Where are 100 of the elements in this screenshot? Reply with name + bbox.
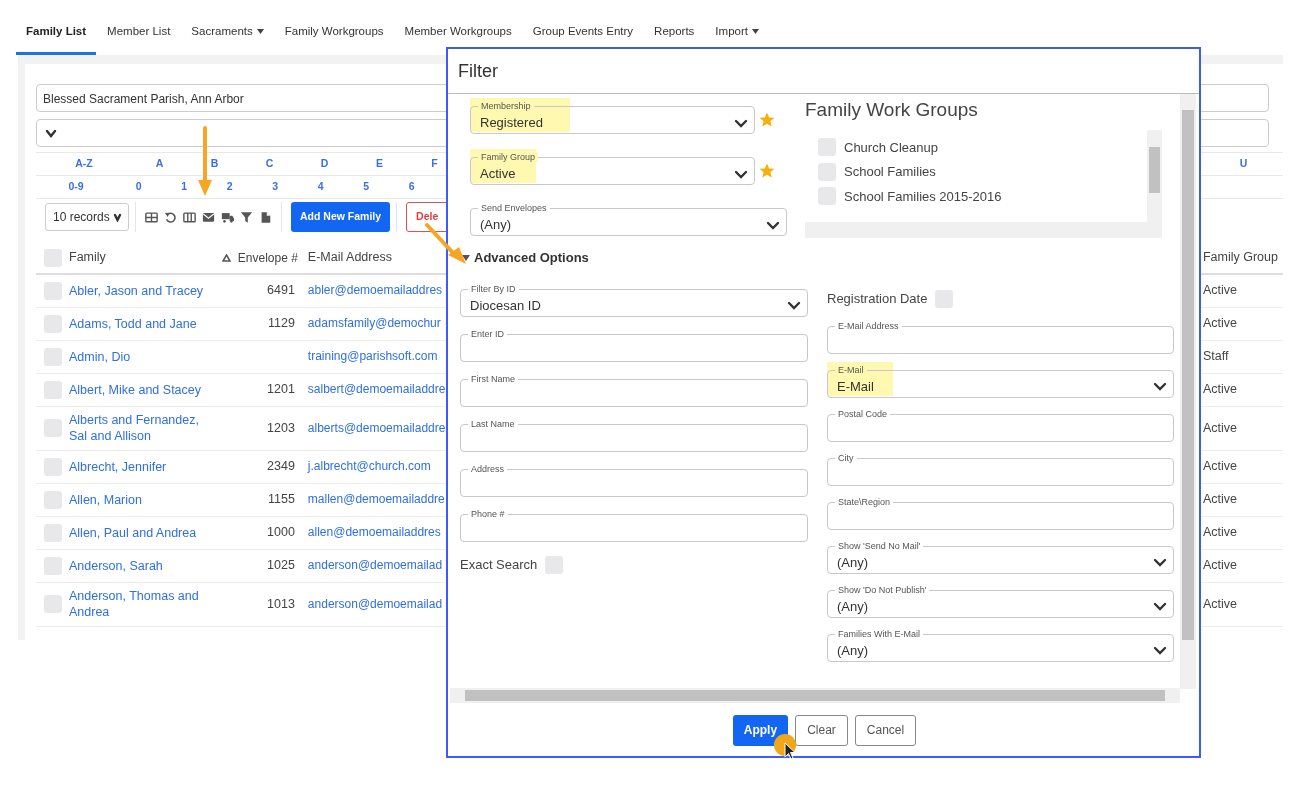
mail-icon[interactable] [202, 211, 215, 223]
index-link[interactable]: U [1239, 156, 1248, 172]
email-link[interactable]: allen@demoemailaddres [307, 525, 441, 540]
family-link[interactable]: Allen, Marion [69, 491, 219, 508]
family-link[interactable]: Abler, Jason and Tracey [69, 282, 219, 299]
nav-tab[interactable]: Group Events Entry [522, 22, 644, 55]
index-link[interactable]: 6 [408, 179, 415, 195]
column-header[interactable]: E-Mail Address [307, 248, 392, 267]
grid-icon[interactable] [145, 211, 158, 223]
family-link[interactable]: Adams, Todd and Jane [69, 315, 219, 332]
columns-icon[interactable] [183, 211, 196, 223]
table-cell: Staff [1202, 349, 1229, 364]
table-cell: Active [1202, 459, 1237, 474]
table-cell: Active [1202, 420, 1237, 435]
index-link[interactable]: F [431, 156, 438, 172]
chevron-down-icon [1153, 602, 1167, 611]
field-label: Membership [478, 101, 534, 111]
column-header[interactable]: Envelope # [237, 248, 298, 267]
table-cell: 1129 [267, 316, 295, 331]
annotation-arrow [424, 222, 468, 266]
table-cell: Active [1202, 382, 1237, 397]
nav-tab[interactable]: Family Workgroups [274, 22, 394, 55]
table-cell: 6491 [267, 283, 295, 298]
email-link[interactable]: j.albrecht@church.com [307, 459, 431, 474]
chevron-down-icon [734, 118, 748, 128]
index-link[interactable]: 5 [363, 179, 370, 195]
index-link[interactable]: 0-9 [68, 179, 84, 195]
checkbox-label: Church Cleanup [844, 138, 938, 157]
field-label: Show 'Send No Mail' [835, 540, 924, 551]
index-link[interactable]: B [210, 156, 219, 172]
add-button[interactable]: Add New Family [291, 202, 391, 232]
family-link[interactable]: Anderson, Thomas and Andrea [69, 588, 219, 620]
dialog-button[interactable]: Cancel [854, 714, 917, 746]
table-cell: 1000 [267, 525, 295, 540]
field-label: Phone # [468, 508, 508, 519]
scrollbar[interactable] [450, 688, 1180, 703]
column-header[interactable]: Family [69, 248, 106, 267]
chevron-down-icon [1153, 382, 1167, 391]
table-cell: Active [1202, 316, 1237, 331]
chevron-down-icon [1153, 646, 1167, 655]
nav-tab[interactable]: Sacraments [181, 22, 274, 55]
family-link[interactable]: Anderson, Sarah [69, 557, 219, 574]
nav-tab[interactable]: Member Workgroups [394, 22, 522, 55]
table-cell: Active [1202, 558, 1237, 573]
chevron-down-icon [112, 212, 122, 222]
index-link[interactable]: 1 [181, 179, 188, 195]
field-label: Show 'Do Not Publish' [835, 584, 930, 595]
dialog-button[interactable]: Apply [732, 714, 789, 746]
truck-icon[interactable] [221, 211, 234, 223]
table-cell: Active [1202, 283, 1237, 298]
checkbox-label: School Families 2015-2016 [844, 187, 1002, 206]
field-label: State\Region [835, 496, 894, 507]
email-link[interactable]: alberts@demoemailaddre [307, 420, 446, 435]
input-field[interactable] [460, 423, 808, 452]
index-link[interactable]: E [376, 156, 383, 172]
table-cell: 1203 [267, 420, 295, 435]
section-toggle[interactable]: Advanced Options [474, 248, 589, 268]
index-link[interactable]: 2 [226, 179, 233, 195]
column-header[interactable]: Family Group [1202, 248, 1278, 267]
index-link[interactable]: C [265, 156, 274, 172]
email-link[interactable]: salbert@demoemailaddre [307, 382, 446, 397]
index-link[interactable]: 0 [135, 179, 142, 195]
table-cell: 2349 [267, 459, 295, 474]
nav-tab[interactable]: Import [705, 22, 769, 55]
nav-tab[interactable]: Reports [644, 22, 705, 55]
dialog-button[interactable]: Clear [795, 714, 848, 746]
page-size-select[interactable]: 10 records [45, 203, 129, 231]
chevron-down-icon [766, 220, 780, 230]
email-link[interactable]: training@parishsoft.com [307, 349, 438, 364]
undo-icon[interactable] [164, 211, 177, 223]
email-link[interactable]: anderson@demoemailad [307, 558, 443, 573]
annotation-arrow [197, 126, 213, 198]
nav-tab[interactable]: Member List [97, 22, 181, 55]
index-link[interactable]: 4 [317, 179, 324, 195]
chevron-down-icon [787, 301, 801, 310]
email-link[interactable]: adamsfamily@demochur [307, 316, 441, 331]
family-link[interactable]: Alberts and Fernandez, Sal and Allison [69, 412, 219, 444]
email-link[interactable]: mallen@demoemailaddre [307, 492, 445, 507]
field-label: First Name [468, 373, 518, 384]
email-link[interactable]: anderson@demoemailad [307, 596, 443, 611]
family-link[interactable]: Admin, Dio [69, 348, 219, 365]
index-link[interactable]: A [155, 156, 164, 172]
family-link[interactable]: Allen, Paul and Andrea [69, 524, 219, 541]
index-link[interactable]: A-Z [75, 156, 93, 172]
checkbox-label: Registration Date [827, 289, 928, 308]
input-field[interactable] [460, 333, 808, 362]
index-link[interactable]: 3 [272, 179, 279, 195]
index-link[interactable]: D [320, 156, 329, 172]
family-link[interactable]: Albrecht, Jennifer [69, 458, 219, 475]
email-link[interactable]: abler@demoemailaddres [307, 283, 443, 298]
family-link[interactable]: Albert, Mike and Stacey [69, 381, 219, 398]
chevron-down-icon [45, 128, 57, 138]
field-label: Family Group [478, 152, 538, 162]
scrollbar[interactable] [1180, 94, 1196, 689]
field-label: City [835, 452, 857, 463]
scrollbar[interactable] [1147, 130, 1162, 222]
field-label: Last Name [468, 418, 518, 429]
filter-icon[interactable] [240, 211, 253, 223]
checkbox-label: School Families [844, 163, 936, 181]
file-icon[interactable] [259, 211, 272, 223]
